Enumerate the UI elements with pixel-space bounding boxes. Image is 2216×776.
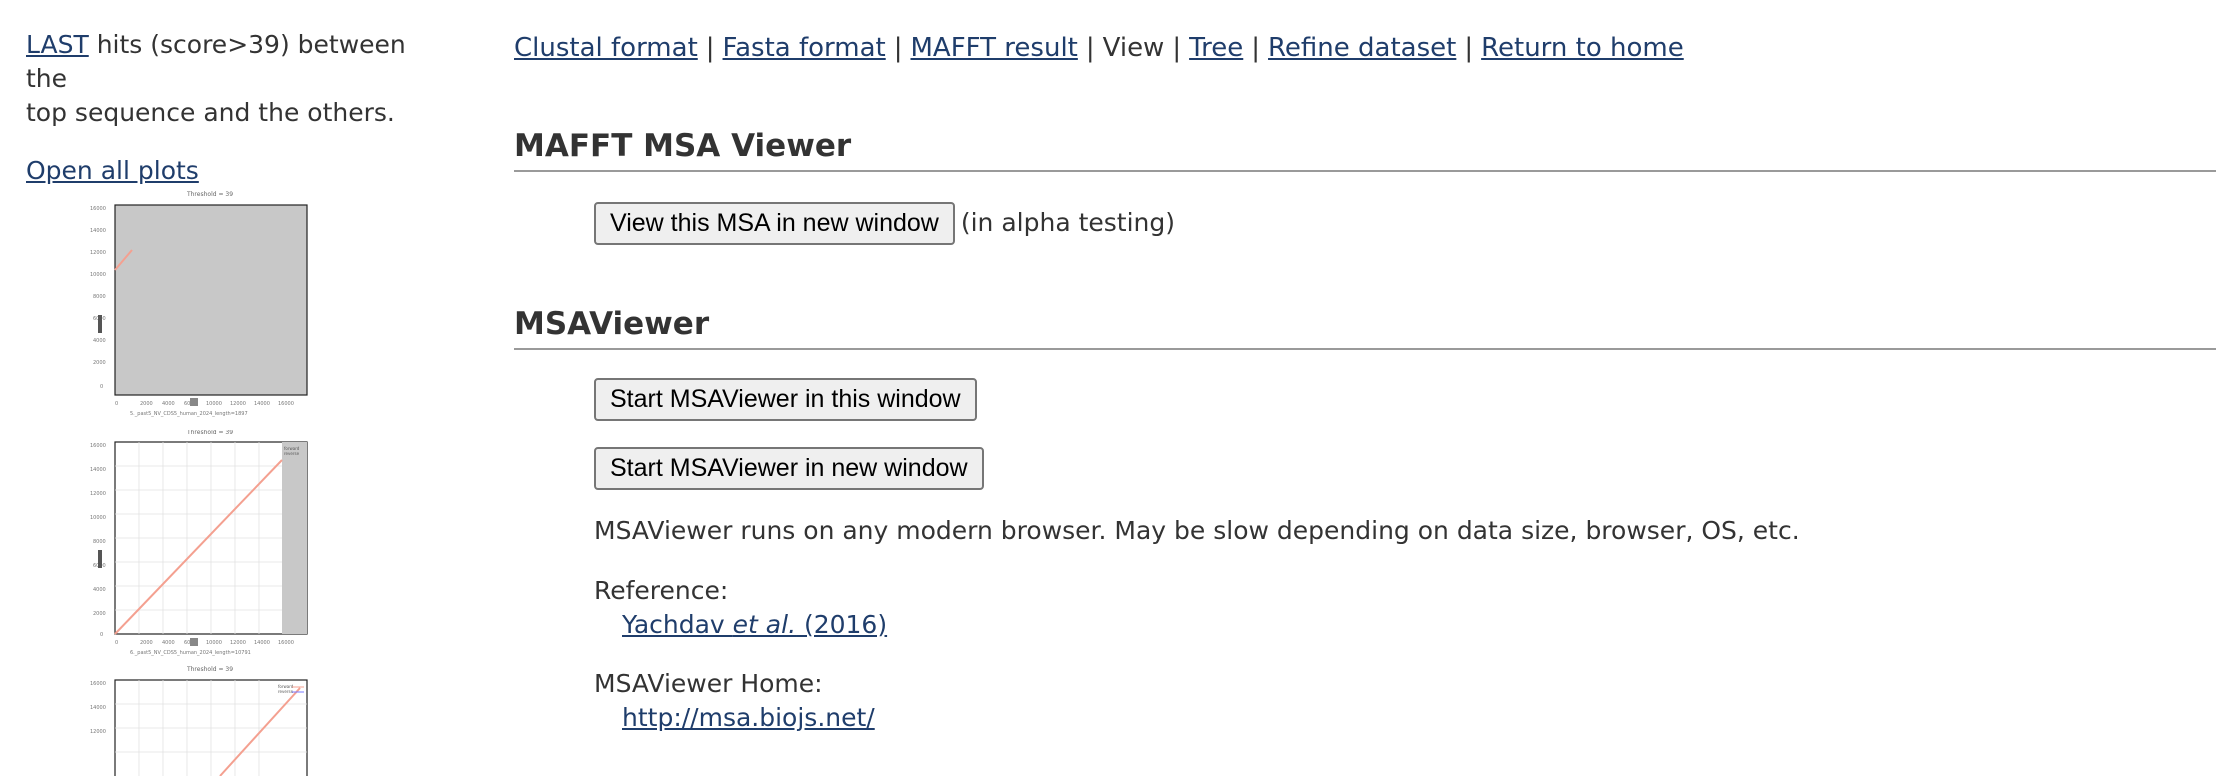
svg-text:16000: 16000 <box>90 443 106 449</box>
svg-text:4000: 4000 <box>162 640 175 646</box>
svg-text:10000: 10000 <box>206 640 222 646</box>
nav-tree[interactable]: Tree <box>1189 33 1243 63</box>
msaviewer-home-link[interactable]: http://msa.biojs.net/ <box>594 701 875 735</box>
svg-text:14000: 14000 <box>254 401 270 407</box>
msaviewer-new-window-row: Start MSAViewer in new window <box>594 447 984 490</box>
reference-author: Yachdav <box>622 610 733 639</box>
svg-text:5._past5_NV_CDS5_human_2024_le: 5._past5_NV_CDS5_human_2024_length=1897 <box>130 411 248 417</box>
nav-separator: | <box>1251 33 1261 63</box>
reference-block: Reference: Yachdav et al. (2016) <box>594 574 887 642</box>
svg-text:4000: 4000 <box>93 587 106 593</box>
top-nav: Clustal format | Fasta format | MAFFT result… <box>514 28 2216 68</box>
svg-text:12000: 12000 <box>230 640 246 646</box>
svg-text:10000: 10000 <box>206 401 222 407</box>
svg-text:16000: 16000 <box>278 640 294 646</box>
svg-text:4000: 4000 <box>162 401 175 407</box>
msaviewer-description: MSAViewer runs on any modern browser. Ma… <box>594 516 1800 545</box>
last-intro: LAST hits (score>39) between the <box>26 28 446 96</box>
msaviewer-this-window-row: Start MSAViewer in this window <box>594 378 977 421</box>
msaviewer-section: MSAViewer Start MSAViewer in this window… <box>514 306 2216 732</box>
svg-text:0: 0 <box>100 384 103 390</box>
msaviewer-title: MSAViewer <box>514 306 2216 350</box>
nav-separator: | <box>1464 33 1474 63</box>
svg-text:8000: 8000 <box>93 294 106 300</box>
nav-separator: | <box>893 33 903 63</box>
svg-text:16000: 16000 <box>90 681 106 687</box>
svg-text:12000: 12000 <box>230 401 246 407</box>
nav-separator: | <box>1172 33 1182 63</box>
nav-mafft-result[interactable]: MAFFT result <box>910 33 1077 63</box>
reference-year: (2016) <box>796 610 888 639</box>
dotplot-thumbnail-1[interactable]: Threshold = 39 16000 14000 12000 10000 8000… <box>60 190 322 420</box>
start-msaviewer-this-window-button[interactable]: Start MSAViewer in this window <box>594 378 977 421</box>
open-all-plots-link[interactable]: Open all plots <box>26 154 446 188</box>
last-link[interactable]: LAST <box>26 30 89 59</box>
svg-text:14000: 14000 <box>90 467 106 473</box>
svg-text:2000: 2000 <box>140 401 153 407</box>
nav-fasta-format[interactable]: Fasta format <box>723 33 886 63</box>
dotplot-thumbnail-2[interactable]: Threshold = 39 16000 14000 12000 10000 8000… <box>60 430 322 660</box>
svg-text:reverse: reverse <box>278 689 294 694</box>
svg-text:2000: 2000 <box>93 611 106 617</box>
svg-text:12000: 12000 <box>90 250 106 256</box>
last-intro-text-2: top sequence and the others. <box>26 98 395 127</box>
view-msa-new-window-button[interactable]: View this MSA in new window <box>594 202 955 245</box>
svg-text:10000: 10000 <box>90 272 106 278</box>
reference-label: Reference: <box>594 576 729 605</box>
left-column: LAST hits (score>39) between the top seq… <box>26 28 446 188</box>
msaviewer-home-block: MSAViewer Home: http://msa.biojs.net/ <box>594 667 875 735</box>
svg-text:16000: 16000 <box>90 206 106 212</box>
svg-text:Threshold = 39: Threshold = 39 <box>186 191 233 198</box>
main-content: Clustal format | Fasta format | MAFFT result… <box>514 28 2216 732</box>
msaviewer-home-label: MSAViewer Home: <box>594 669 823 698</box>
svg-text:4000: 4000 <box>93 338 106 344</box>
svg-text:14000: 14000 <box>254 640 270 646</box>
svg-text:0: 0 <box>115 640 118 646</box>
svg-text:14000: 14000 <box>90 705 106 711</box>
svg-text:reverse: reverse <box>284 451 300 456</box>
svg-text:14000: 14000 <box>90 228 106 234</box>
svg-text:Threshold = 39: Threshold = 39 <box>186 430 233 436</box>
nav-separator: | <box>705 33 715 63</box>
svg-text:6._past5_NV_CDS5_human_2024_le: 6._past5_NV_CDS5_human_2024_length=10791 <box>130 650 251 656</box>
svg-text:2000: 2000 <box>140 640 153 646</box>
start-msaviewer-new-window-button[interactable]: Start MSAViewer in new window <box>594 447 984 490</box>
dotplot-thumbnail-3[interactable]: Threshold = 39 16000 14000 12000 forward r… <box>60 666 322 776</box>
mafft-viewer-row: View this MSA in new window (in alpha tes… <box>594 202 1175 245</box>
svg-text:16000: 16000 <box>278 401 294 407</box>
nav-separator: | <box>1085 33 1095 63</box>
svg-text:2000: 2000 <box>93 360 106 366</box>
svg-text:0: 0 <box>115 401 118 407</box>
svg-text:12000: 12000 <box>90 729 106 735</box>
nav-return-home[interactable]: Return to home <box>1481 33 1684 63</box>
nav-view-current: View <box>1102 33 1165 63</box>
reference-etal: et al. <box>732 610 797 639</box>
svg-text:10000: 10000 <box>90 515 106 521</box>
reference-link[interactable]: Yachdav et al. (2016) <box>594 608 887 642</box>
nav-refine-dataset[interactable]: Refine dataset <box>1268 33 1456 63</box>
svg-text:8000: 8000 <box>93 539 106 545</box>
mafft-viewer-title: MAFFT MSA Viewer <box>514 128 2216 172</box>
svg-text:12000: 12000 <box>90 491 106 497</box>
nav-clustal-format[interactable]: Clustal format <box>514 33 698 63</box>
mafft-viewer-section: MAFFT MSA Viewer View this MSA in new wi… <box>514 128 2216 245</box>
svg-text:0: 0 <box>100 632 103 638</box>
alpha-testing-note: (in alpha testing) <box>960 208 1176 237</box>
svg-text:Threshold = 39: Threshold = 39 <box>186 666 233 673</box>
